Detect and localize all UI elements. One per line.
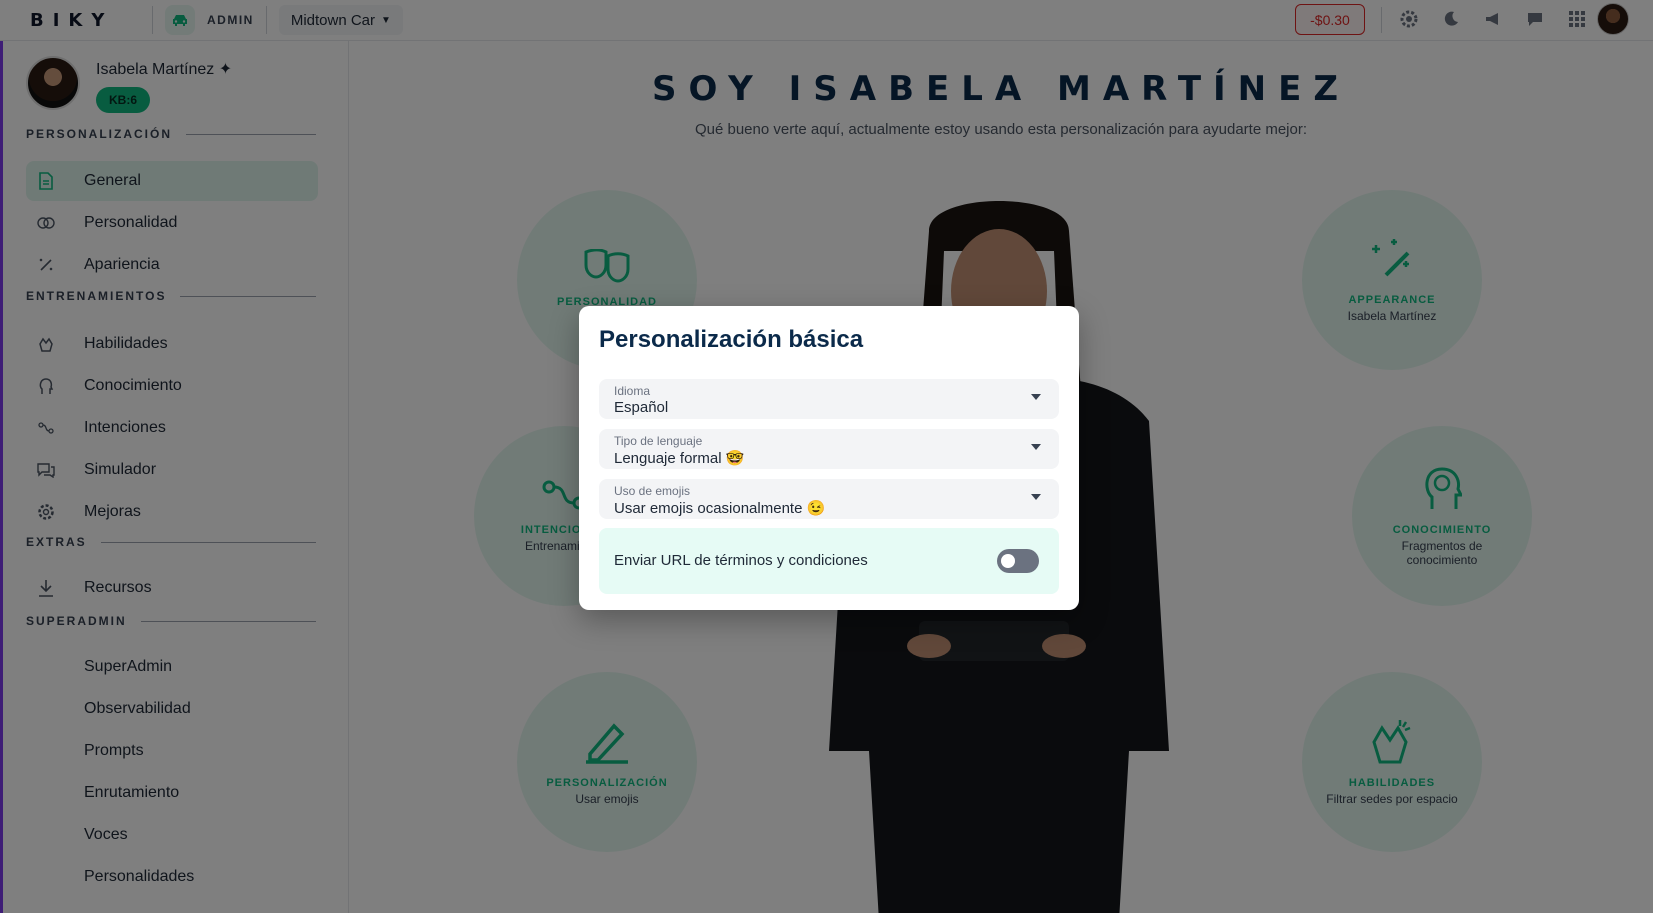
idioma-select[interactable]: Idioma Español	[599, 379, 1059, 419]
toggle-knob	[1001, 554, 1015, 568]
toggle-label: Enviar URL de términos y condiciones	[614, 552, 868, 569]
tipo-lenguaje-select[interactable]: Tipo de lenguaje Lenguaje formal 🤓	[599, 429, 1059, 469]
field-value: Usar emojis ocasionalmente 😉	[614, 500, 826, 517]
field-value: Español	[614, 399, 669, 416]
terms-url-toggle[interactable]	[997, 549, 1039, 573]
modal-title: Personalización básica	[599, 326, 864, 353]
caret-down-icon	[1031, 444, 1041, 450]
field-value: Lenguaje formal 🤓	[614, 450, 745, 467]
caret-down-icon	[1031, 394, 1041, 400]
basic-personalization-modal: Personalización básica Idioma Español Ti…	[579, 306, 1079, 610]
terms-url-row: Enviar URL de términos y condiciones	[599, 528, 1059, 594]
caret-down-icon	[1031, 494, 1041, 500]
field-label: Uso de emojis	[614, 484, 691, 498]
field-label: Idioma	[614, 384, 651, 398]
uso-emojis-select[interactable]: Uso de emojis Usar emojis ocasionalmente…	[599, 479, 1059, 519]
field-label: Tipo de lenguaje	[614, 434, 703, 448]
